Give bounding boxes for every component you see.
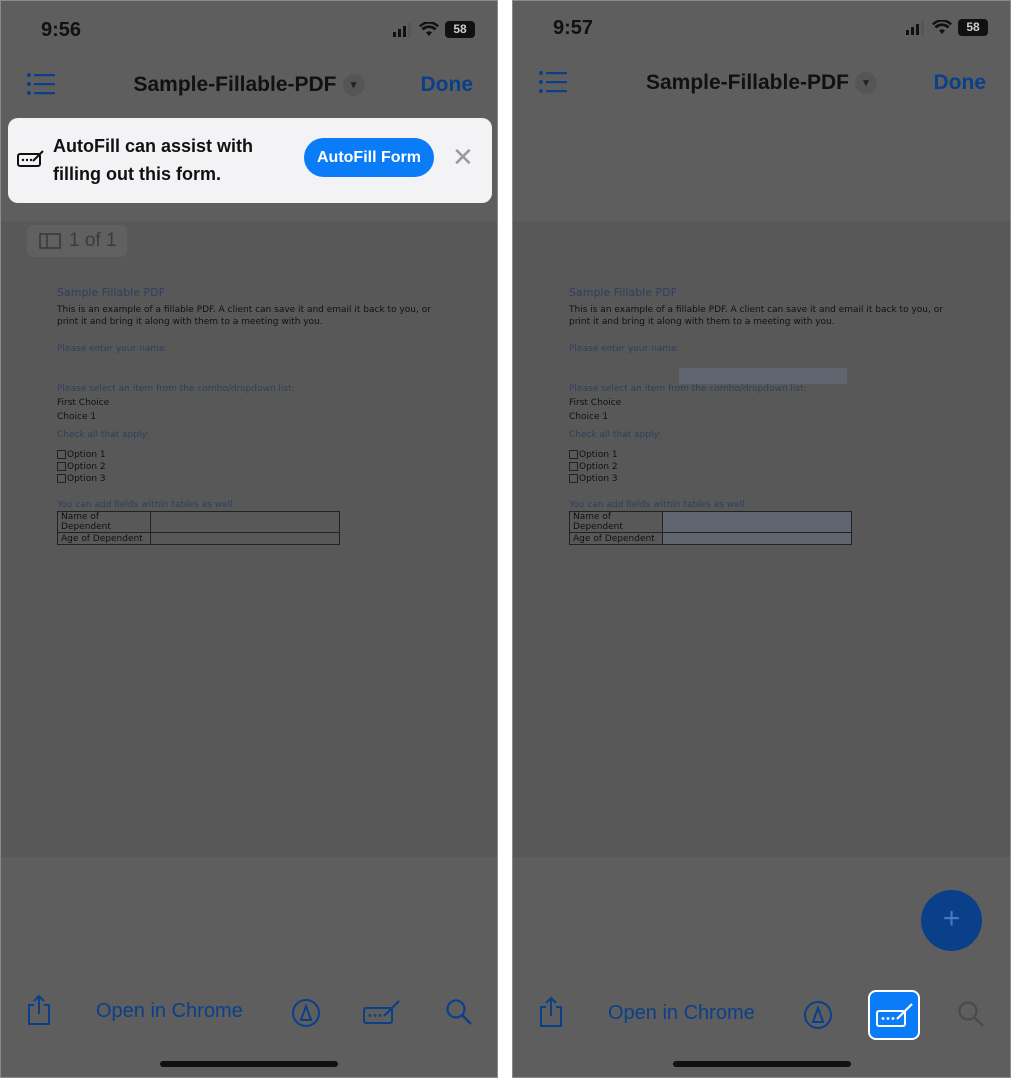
pdf-content: Sample Fillable PDF This is an example o… bbox=[569, 287, 949, 545]
bottom-toolbar: Open in Chrome bbox=[513, 986, 1010, 1038]
check-prompt: Check all that apply: bbox=[569, 430, 662, 440]
table-row: Name of Dependent bbox=[57, 511, 340, 533]
name-prompt: Please enter your name: bbox=[569, 344, 680, 354]
combo-prompt: Please select an item from the combo/dro… bbox=[57, 384, 295, 394]
option-label: Option 2 bbox=[67, 462, 106, 472]
share-icon[interactable] bbox=[26, 994, 52, 1026]
dependents-table: Name of Dependent Age of Dependent bbox=[569, 511, 852, 545]
page-count: 1 of 1 bbox=[69, 230, 117, 251]
markup-icon[interactable] bbox=[291, 998, 321, 1028]
pdf-content: Sample Fillable PDF This is an example o… bbox=[57, 287, 437, 545]
combo-value[interactable]: Choice 1 bbox=[57, 411, 437, 423]
form-fill-icon bbox=[17, 150, 44, 167]
checkbox[interactable] bbox=[569, 450, 578, 459]
table-row: Age of Dependent bbox=[569, 532, 852, 545]
combo-prompt: Please select an item from the combo/dro… bbox=[569, 384, 807, 394]
pdf-title: Sample Fillable PDF bbox=[569, 286, 677, 299]
status-bar: 9:57 58 bbox=[513, 1, 1010, 57]
table-prompt: You can add fields within tables as well… bbox=[57, 500, 236, 510]
search-icon[interactable] bbox=[957, 1000, 985, 1028]
table-prompt: You can add fields within tables as well… bbox=[569, 500, 748, 510]
option-label: Option 2 bbox=[579, 462, 618, 472]
option-3[interactable]: Option 3 bbox=[57, 473, 437, 485]
option-1[interactable]: Option 1 bbox=[57, 449, 437, 461]
combo-value[interactable]: Choice 1 bbox=[569, 411, 949, 423]
open-in-chrome-button[interactable]: Open in Chrome bbox=[608, 1002, 755, 1025]
bottom-toolbar: Open in Chrome bbox=[1, 986, 497, 1038]
option-2[interactable]: Option 2 bbox=[57, 461, 437, 473]
form-fill-button-selected[interactable] bbox=[868, 990, 920, 1040]
home-indicator bbox=[672, 1061, 851, 1067]
checkbox[interactable] bbox=[57, 462, 66, 471]
search-icon[interactable] bbox=[445, 998, 473, 1026]
row-label: Age of Dependent bbox=[57, 532, 151, 545]
nav-bar: Sample-Fillable-PDF ▾ Done bbox=[513, 55, 1010, 111]
option-label: Option 1 bbox=[67, 450, 106, 460]
table-row: Age of Dependent bbox=[57, 532, 340, 545]
option-label: Option 3 bbox=[67, 474, 106, 484]
autofill-banner: AutoFill can assist with filling out thi… bbox=[8, 118, 492, 203]
row-label: Name of Dependent bbox=[57, 511, 151, 533]
option-label: Option 3 bbox=[579, 474, 618, 484]
close-icon[interactable]: ✕ bbox=[452, 144, 474, 170]
battery-icon: 58 bbox=[958, 19, 988, 36]
chevron-down-icon: ▾ bbox=[855, 72, 878, 95]
status-icons: 58 bbox=[906, 19, 988, 36]
right-screenshot: 9:57 58 Sample-Fillable-PDF ▾ Done Sample… bbox=[512, 0, 1011, 1078]
done-button[interactable]: Done bbox=[934, 71, 987, 95]
pdf-title: Sample Fillable PDF bbox=[57, 286, 165, 299]
form-fill-icon[interactable] bbox=[363, 998, 401, 1026]
row-field[interactable] bbox=[662, 511, 852, 533]
wifi-icon bbox=[419, 22, 439, 36]
add-button[interactable]: + bbox=[921, 890, 982, 951]
markup-icon[interactable] bbox=[803, 1000, 833, 1030]
pdf-intro: This is an example of a fillable PDF. A … bbox=[569, 305, 943, 327]
option-1[interactable]: Option 1 bbox=[569, 449, 949, 461]
battery-icon: 58 bbox=[445, 21, 475, 38]
autofill-form-button[interactable]: AutoFill Form bbox=[304, 138, 434, 177]
table-row: Name of Dependent bbox=[569, 511, 852, 533]
checkbox[interactable] bbox=[57, 474, 66, 483]
option-2[interactable]: Option 2 bbox=[569, 461, 949, 473]
left-screenshot: 9:56 58 Sample-Fillable-PDF ▾ Done 1 of 1… bbox=[0, 0, 498, 1078]
home-indicator bbox=[160, 1061, 338, 1067]
page-indicator: 1 of 1 bbox=[27, 225, 127, 257]
status-time: 9:57 bbox=[553, 17, 594, 39]
checkbox[interactable] bbox=[569, 462, 578, 471]
checkbox[interactable] bbox=[57, 450, 66, 459]
row-field[interactable] bbox=[150, 511, 340, 533]
combo-label: First Choice bbox=[569, 398, 622, 408]
signal-icon bbox=[393, 22, 411, 37]
option-3[interactable]: Option 3 bbox=[569, 473, 949, 485]
row-field[interactable] bbox=[150, 532, 340, 545]
check-prompt: Check all that apply: bbox=[57, 430, 150, 440]
options-list: Option 1 Option 2 Option 3 bbox=[569, 449, 949, 485]
nav-bar: Sample-Fillable-PDF ▾ Done bbox=[1, 57, 497, 113]
status-time: 9:56 bbox=[41, 19, 82, 41]
name-prompt: Please enter your name: bbox=[57, 344, 168, 354]
pdf-intro: This is an example of a fillable PDF. A … bbox=[57, 305, 431, 327]
open-in-chrome-button[interactable]: Open in Chrome bbox=[96, 1000, 243, 1023]
wifi-icon bbox=[932, 20, 952, 34]
signal-icon bbox=[906, 20, 924, 35]
combo-label: First Choice bbox=[57, 398, 110, 408]
row-field[interactable] bbox=[662, 532, 852, 545]
title-text: Sample-Fillable-PDF bbox=[645, 71, 850, 94]
status-icons: 58 bbox=[393, 21, 475, 38]
chevron-down-icon: ▾ bbox=[342, 74, 365, 97]
option-label: Option 1 bbox=[579, 450, 618, 460]
dependents-table: Name of Dependent Age of Dependent bbox=[57, 511, 340, 545]
row-label: Name of Dependent bbox=[569, 511, 663, 533]
row-label: Age of Dependent bbox=[569, 532, 663, 545]
done-button[interactable]: Done bbox=[421, 73, 474, 97]
form-fill-icon bbox=[876, 1003, 913, 1027]
banner-message: AutoFill can assist with filling out thi… bbox=[53, 136, 254, 184]
checkbox[interactable] bbox=[569, 474, 578, 483]
name-field[interactable] bbox=[679, 368, 847, 384]
share-icon[interactable] bbox=[538, 996, 564, 1028]
title-text: Sample-Fillable-PDF bbox=[133, 73, 337, 96]
status-bar: 9:56 58 bbox=[1, 1, 497, 57]
options-list: Option 1 Option 2 Option 3 bbox=[57, 449, 437, 485]
sidebar-icon bbox=[39, 233, 61, 249]
